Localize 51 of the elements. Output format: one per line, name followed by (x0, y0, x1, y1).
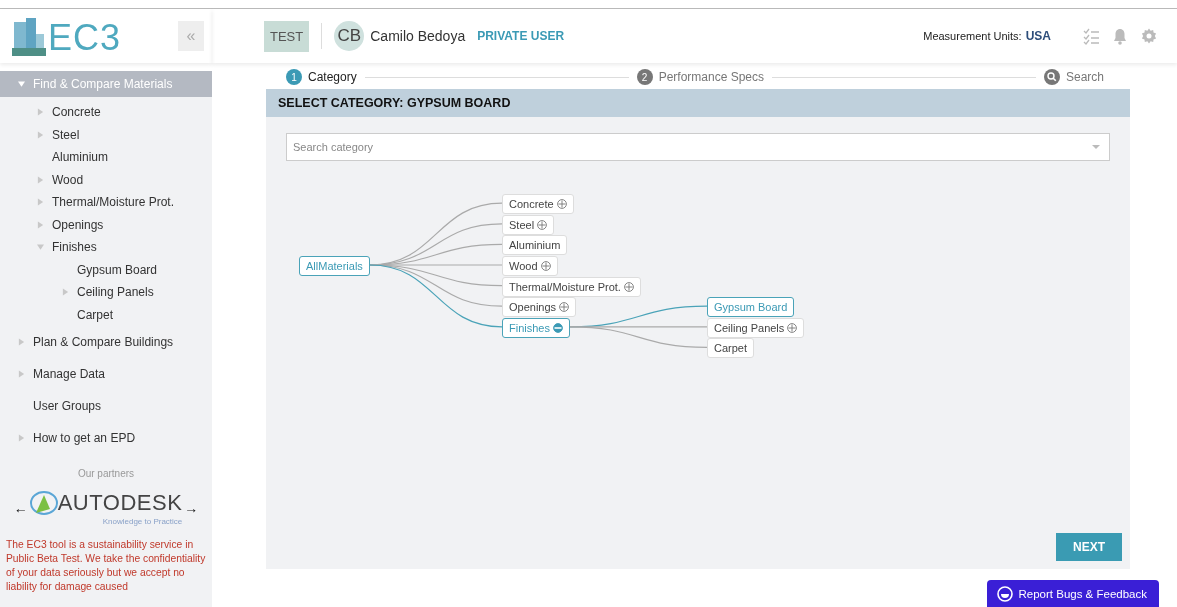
search-field[interactable]: Search category (286, 133, 1110, 161)
panel-title: SELECT CATEGORY: GYPSUM BOARD (266, 89, 1130, 117)
logo-text: EC3 (48, 20, 122, 56)
disclaimer-text: The EC3 tool is a sustainability service in Public Beta Test. We take the confidentiality of your data seriously but we accept no liability for damage caused (5, 538, 207, 594)
units-value[interactable]: USA (1025, 29, 1051, 43)
step-label[interactable]: Performance Specs (658, 70, 765, 84)
feedback-button[interactable]: Report Bugs & Feedback (986, 580, 1159, 607)
map-node[interactable]: Thermal/Moisture Prot. (502, 276, 641, 297)
sidebar-item[interactable]: How to get an EPD (33, 431, 136, 445)
step-label[interactable]: Category (308, 70, 357, 84)
step-label[interactable]: Search (1065, 70, 1104, 84)
previous-button[interactable]: ← (13, 499, 28, 516)
units-label: Measurement Units: (923, 30, 1022, 42)
sidebar-item[interactable]: Plan & Compare Buildings (33, 335, 174, 349)
sidebar-item[interactable]: Ceiling Panels (77, 285, 154, 300)
map-node[interactable]: Carpet (707, 338, 755, 359)
sidebar-item-label: Find & Compare Materials (33, 77, 173, 91)
map-node[interactable]: Wood (502, 256, 558, 276)
sidebar-item[interactable]: Thermal/Moisture Prot. (52, 195, 175, 210)
step-number: 2 (636, 69, 653, 85)
partner-emblem-icon (29, 489, 58, 517)
checklist-icon[interactable] (1083, 27, 1099, 45)
caret-down-icon (1092, 145, 1100, 149)
building-icon (12, 16, 46, 56)
sidebar-item[interactable]: Concrete (52, 105, 101, 120)
partners-title: Our partners (76, 468, 136, 479)
partner-tagline: Knowledge to Practice (102, 517, 183, 526)
sidebar-item[interactable]: Manage Data (33, 367, 106, 381)
user-name: Camilo Bedoya (370, 28, 466, 44)
user-avatar: CB (334, 21, 365, 51)
bell-icon[interactable] (1113, 27, 1127, 45)
sidebar-item[interactable]: Steel (52, 127, 80, 142)
map-node[interactable]: Steel (502, 214, 555, 235)
next-arrow-button[interactable]: → (184, 499, 199, 516)
sidebar-item[interactable]: User Groups (33, 399, 102, 413)
map-node[interactable]: Aluminium (502, 235, 568, 256)
environment-badge: TEST (264, 20, 310, 52)
map-node[interactable]: Ceiling Panels (707, 317, 805, 338)
user-role: PRIVATE USER (477, 29, 565, 43)
step-number: 1 (286, 69, 302, 85)
sidebar-item[interactable]: Carpet (77, 307, 114, 322)
smile-icon (996, 585, 1013, 602)
map-node[interactable]: Concrete (502, 194, 574, 215)
sidebar-item[interactable]: Gypsum Board (77, 262, 158, 277)
sidebar-item[interactable]: Aluminium (52, 150, 108, 165)
sidebar-item[interactable]: Finishes (52, 240, 97, 255)
partner-name: AUTODESK (57, 490, 183, 516)
sidebar-item[interactable]: Wood (52, 172, 84, 187)
map-node[interactable]: Openings (502, 297, 577, 318)
settings-icon[interactable] (1141, 28, 1157, 44)
sidebar-item[interactable]: Openings (52, 217, 104, 232)
